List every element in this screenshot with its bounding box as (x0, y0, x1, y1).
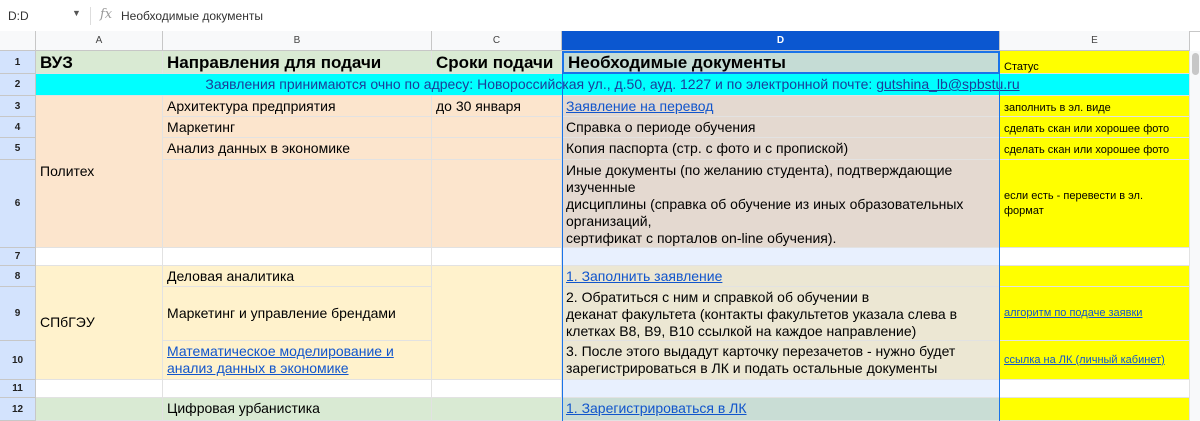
row-header[interactable]: 9 (0, 287, 36, 341)
column-header-e[interactable]: E (1000, 31, 1190, 51)
email-link[interactable]: gutshina_lb@spbstu.ru (876, 76, 1019, 93)
cell-c8-merged[interactable] (432, 266, 562, 380)
formula-bar: D:D ▼ fx Необходимые документы (0, 0, 1200, 32)
row-header[interactable]: 4 (0, 117, 36, 138)
cell-b4[interactable]: Маркетинг (163, 117, 432, 138)
row-header[interactable]: 11 (0, 380, 36, 398)
column-header-a[interactable]: A (36, 31, 163, 51)
column-header-c[interactable]: C (432, 31, 562, 51)
personal-account-link[interactable]: ссылка на ЛК (личный кабинет) (1004, 352, 1165, 369)
divider (90, 7, 91, 25)
cell-e4[interactable]: сделать скан или хорошее фото (1000, 117, 1190, 138)
cell-b12[interactable]: Цифровая урбанистика (163, 398, 432, 421)
row-header[interactable]: 7 (0, 248, 36, 266)
cell-b11[interactable] (163, 380, 432, 398)
cell-a12[interactable] (36, 398, 163, 421)
cell-d9[interactable]: 2. Обратиться с ним и справкой об обучен… (562, 287, 1000, 341)
cell-d3[interactable]: Заявление на перевод (562, 96, 1000, 117)
cell-d10[interactable]: 3. После этого выдадут карточку перезаче… (562, 341, 1000, 380)
cell-b10[interactable]: Математическое моделирование и анализ да… (163, 341, 432, 380)
cell-e10[interactable]: ссылка на ЛК (личный кабинет) (1000, 341, 1190, 380)
cell-c7[interactable] (432, 248, 562, 266)
row-header[interactable]: 6 (0, 160, 36, 248)
fill-application-link[interactable]: 1. Заполнить заявление (566, 268, 722, 284)
cell-c4[interactable] (432, 117, 562, 138)
cell-a1[interactable]: ВУЗ (36, 51, 163, 74)
select-all-corner[interactable] (0, 31, 36, 51)
fx-icon: fx (100, 7, 113, 22)
cell-d6[interactable]: Иные документы (по желанию студента), по… (562, 160, 1000, 248)
column-header-b[interactable]: B (163, 31, 432, 51)
math-modeling-link[interactable]: Математическое моделирование и анализ да… (167, 343, 427, 377)
row-header[interactable]: 8 (0, 266, 36, 287)
cell-b1[interactable]: Направления для подачи (163, 51, 432, 74)
cell-e12[interactable] (1000, 398, 1190, 421)
cell-a8-merged[interactable]: СПбГЭУ (36, 266, 163, 380)
row-header[interactable]: 3 (0, 96, 36, 117)
cell-e9[interactable]: алгоритм по подаче заявки (1000, 287, 1190, 341)
vertical-scrollbar[interactable] (1190, 51, 1200, 421)
scrollbar-thumb[interactable] (1192, 53, 1199, 75)
row-header[interactable]: 10 (0, 341, 36, 380)
cell-d8[interactable]: 1. Заполнить заявление (562, 266, 1000, 287)
row-header[interactable]: 2 (0, 74, 36, 96)
row-header[interactable]: 5 (0, 138, 36, 160)
cell-d11[interactable] (562, 380, 1000, 398)
column-header-d[interactable]: D (562, 31, 1000, 51)
cell-d7[interactable] (562, 248, 1000, 266)
row-header[interactable]: 1 (0, 51, 36, 74)
cell-row2-merged[interactable]: Заявления принимаются очно по адресу: Но… (36, 74, 1190, 96)
cell-d1[interactable]: Необходимые документы (562, 51, 1000, 74)
name-box[interactable]: D:D (8, 9, 29, 23)
name-box-dropdown-icon[interactable]: ▼ (72, 8, 81, 18)
cell-a7[interactable] (36, 248, 163, 266)
cell-e1[interactable]: Статус (1000, 51, 1190, 74)
cell-e7[interactable] (1000, 248, 1190, 266)
cell-b3[interactable]: Архитектура предприятия (163, 96, 432, 117)
cell-c11[interactable] (432, 380, 562, 398)
algorithm-link[interactable]: алгоритм по подаче заявки (1004, 305, 1142, 322)
cell-c12[interactable] (432, 398, 562, 421)
cell-a11[interactable] (36, 380, 163, 398)
cell-b6[interactable] (163, 160, 432, 248)
cell-e3[interactable]: заполнить в эл. виде (1000, 96, 1190, 117)
application-link[interactable]: Заявление на перевод (566, 98, 713, 114)
formula-input[interactable]: Необходимые документы (121, 9, 263, 23)
cell-b7[interactable] (163, 248, 432, 266)
cell-d4[interactable]: Справка о периоде обучения (562, 117, 1000, 138)
cell-d5[interactable]: Копия паспорта (стр. с фото и с прописко… (562, 138, 1000, 160)
cell-d12[interactable]: 1. Зарегистрироваться в ЛК (562, 398, 1000, 421)
cell-c5[interactable] (432, 138, 562, 160)
address-text: Заявления принимаются очно по адресу: Но… (205, 76, 877, 92)
cell-e5[interactable]: сделать скан или хорошее фото (1000, 138, 1190, 160)
cell-a3-merged[interactable]: Политех (36, 96, 163, 248)
cell-c3[interactable]: до 30 января (432, 96, 562, 117)
cell-e11[interactable] (1000, 380, 1190, 398)
cell-e8[interactable] (1000, 266, 1190, 287)
cell-e6[interactable]: если есть - перевести в эл. формат (1000, 160, 1190, 248)
register-link[interactable]: 1. Зарегистрироваться в ЛК (566, 400, 747, 416)
row-header[interactable]: 12 (0, 398, 36, 421)
cell-c1[interactable]: Сроки подачи (432, 51, 562, 74)
cell-c6[interactable] (432, 160, 562, 248)
cell-b8[interactable]: Деловая аналитика (163, 266, 432, 287)
cell-b9[interactable]: Маркетинг и управление брендами (163, 287, 432, 341)
cell-b5[interactable]: Анализ данных в экономике (163, 138, 432, 160)
